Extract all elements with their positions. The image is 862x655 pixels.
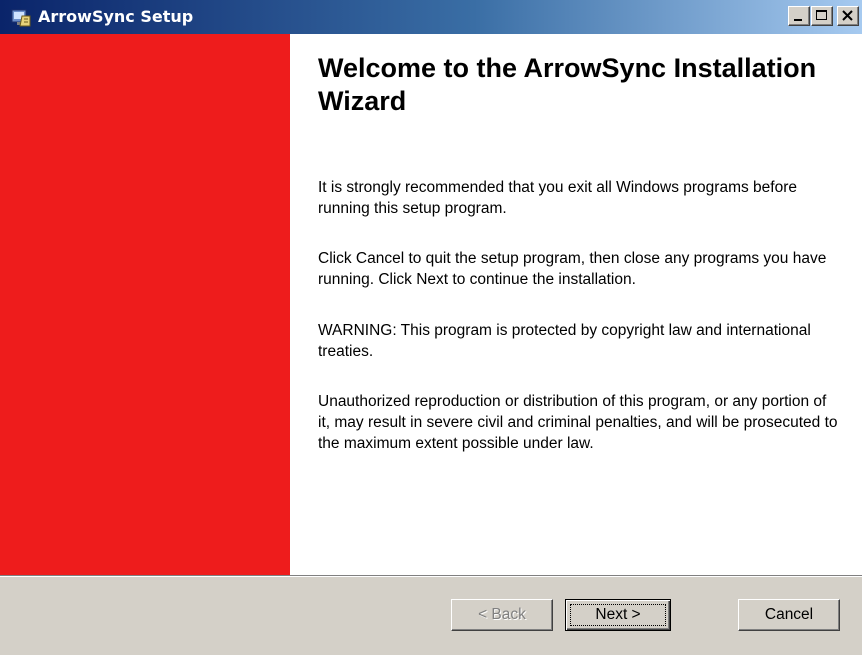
cancel-button-label: Cancel [764, 606, 814, 623]
wizard-content: Welcome to the ArrowSync Installation Wi… [0, 34, 862, 575]
window-title: ArrowSync Setup [38, 7, 194, 26]
paragraph-unauthorized: Unauthorized reproduction or distributio… [318, 393, 838, 452]
setup-window: ArrowSync Setup Welcome to the ArrowSync… [0, 0, 862, 655]
close-icon [842, 10, 853, 21]
minimize-button[interactable] [788, 6, 810, 26]
side-banner [0, 34, 290, 575]
cancel-button[interactable]: Cancel [738, 599, 840, 631]
paragraph-copyright-warning: WARNING: This program is protected by co… [318, 322, 811, 360]
minimize-icon [794, 19, 802, 21]
setup-installer-icon [10, 6, 32, 28]
paragraph-exit-programs: It is strongly recommended that you exit… [318, 179, 797, 217]
next-button-label: Next > [595, 606, 641, 623]
maximize-button[interactable] [811, 6, 833, 26]
back-button-label: < Back [478, 606, 526, 623]
back-button[interactable]: < Back [451, 599, 553, 631]
title-bar[interactable]: ArrowSync Setup [0, 0, 862, 34]
paragraph-cancel-next: Click Cancel to quit the setup program, … [318, 250, 827, 288]
wizard-heading: Welcome to the ArrowSync Installation Wi… [318, 53, 817, 116]
close-button[interactable] [837, 6, 859, 26]
footer-separator [0, 575, 862, 577]
maximize-icon [816, 10, 827, 20]
next-button[interactable]: Next > [565, 599, 671, 631]
